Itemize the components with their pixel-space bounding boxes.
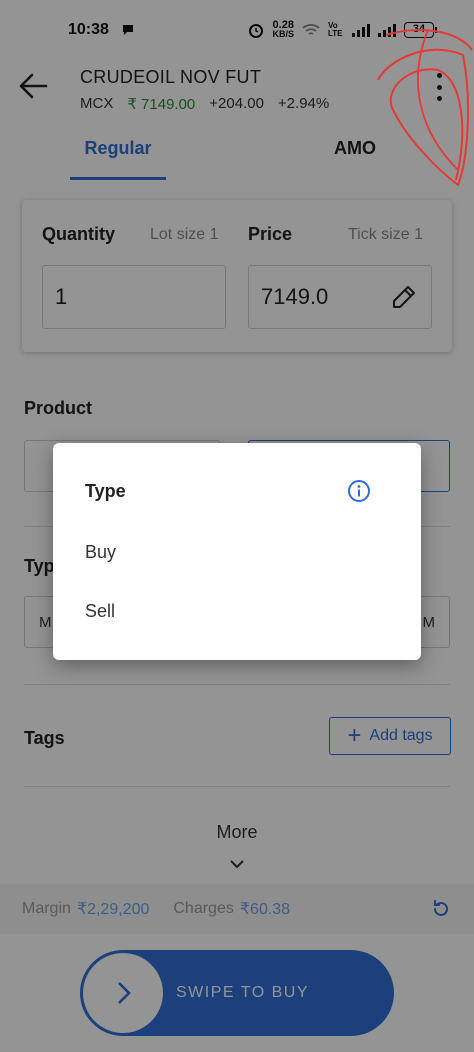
info-icon[interactable] (347, 479, 371, 503)
type-dialog: Type Buy Sell (53, 443, 421, 660)
dialog-option-sell[interactable]: Sell (85, 601, 115, 622)
dialog-title: Type (85, 481, 126, 501)
dialog-option-buy[interactable]: Buy (85, 542, 116, 563)
